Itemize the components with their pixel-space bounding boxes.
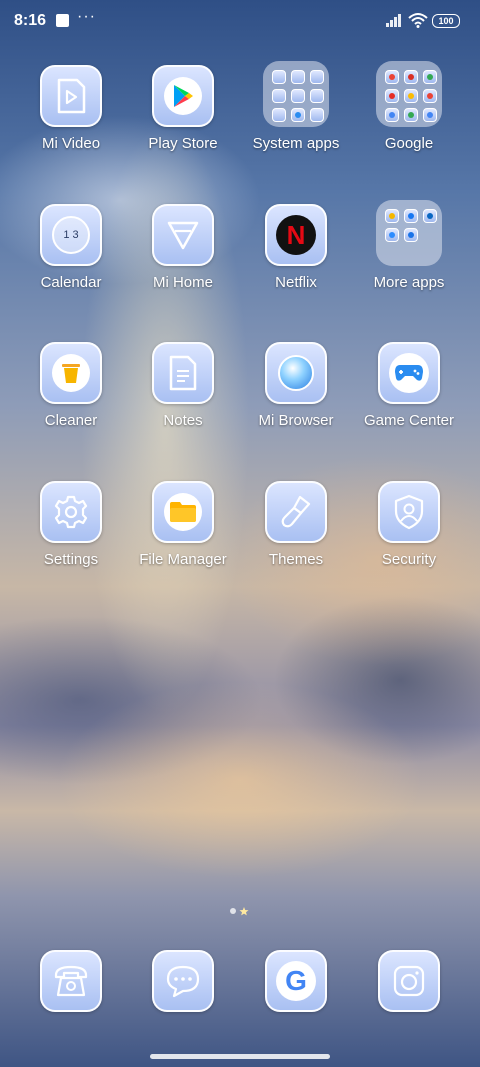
app-label: Netflix [275, 274, 317, 291]
folder-mini-app-icon [310, 108, 324, 122]
file-manager-icon [152, 481, 214, 543]
notes-icon [152, 342, 214, 404]
app-label: System apps [252, 135, 340, 152]
google-folder-icon [376, 61, 442, 127]
folder-mini-app-icon [310, 70, 324, 84]
folder-mini-app-icon [291, 89, 305, 103]
app-notes[interactable]: Notes [128, 342, 238, 429]
app-label: Mi Browser [258, 412, 334, 429]
folder-mini-app-icon [310, 89, 324, 103]
security-shield-icon [378, 481, 440, 543]
app-label: Cleaner [44, 412, 98, 429]
folder-mini-app-icon [385, 209, 399, 223]
wifi-icon [408, 13, 428, 28]
folder-system-apps[interactable]: System apps [241, 61, 351, 152]
app-netflix[interactable]: N Netflix [241, 204, 351, 291]
folder-mini-app-icon [404, 89, 418, 103]
page-indicator [230, 907, 249, 916]
mi-video-icon [40, 65, 102, 127]
folder-more-apps[interactable]: More apps [354, 200, 464, 291]
folder-google[interactable]: Google [354, 61, 464, 152]
app-play-store[interactable]: Play Store [128, 65, 238, 152]
folder-mini-app-icon [291, 108, 305, 122]
folder-mini-app-icon [385, 70, 399, 84]
folder-mini-app-icon [272, 108, 286, 122]
battery-icon: 100 [432, 14, 460, 28]
mi-home-icon [152, 204, 214, 266]
folder-mini-app-icon [423, 108, 437, 122]
app-label: Mi Home [152, 274, 213, 291]
app-themes[interactable]: Themes [241, 481, 351, 568]
calendar-date: 1 3 [52, 216, 90, 254]
messages-icon [152, 950, 214, 1012]
game-center-icon [378, 342, 440, 404]
chrome-google-icon: G [265, 950, 327, 1012]
app-settings[interactable]: Settings [16, 481, 126, 568]
app-label: Play Store [148, 135, 218, 152]
folder-mini-app-icon [404, 228, 418, 242]
app-label: Game Center [363, 412, 455, 429]
app-game-center[interactable]: Game Center [354, 342, 464, 429]
app-label: Themes [268, 551, 324, 568]
app-label: Calendar [40, 274, 102, 291]
netflix-icon: N [265, 204, 327, 266]
cleaner-icon [40, 342, 102, 404]
home-indicator[interactable] [150, 1054, 330, 1059]
notification-icon [56, 14, 69, 27]
more-notifications-icon: ··· [77, 8, 96, 25]
calendar-icon: 1 3 [40, 204, 102, 266]
app-file-manager[interactable]: File Manager [128, 481, 238, 568]
folder-mini-app-icon [404, 209, 418, 223]
dock-messages[interactable] [128, 950, 238, 1012]
settings-gear-icon [40, 481, 102, 543]
folder-mini-app-icon [385, 89, 399, 103]
app-mi-home[interactable]: Mi Home [128, 204, 238, 291]
folder-mini-app-icon [272, 89, 286, 103]
app-label: More apps [373, 274, 445, 291]
folder-mini-app-icon [291, 70, 305, 84]
app-mi-browser[interactable]: Mi Browser [241, 342, 351, 429]
app-label: File Manager [139, 551, 227, 568]
phone-icon [40, 950, 102, 1012]
dock-google[interactable]: G [241, 950, 351, 1012]
app-security[interactable]: Security [354, 481, 464, 568]
system-apps-folder-icon [263, 61, 329, 127]
signal-icon [386, 14, 404, 27]
app-label: Settings [43, 551, 99, 568]
status-time: 8:16 [14, 12, 47, 29]
app-label: Google [384, 135, 434, 152]
app-cleaner[interactable]: Cleaner [16, 342, 126, 429]
themes-brush-icon [265, 481, 327, 543]
more-apps-folder-icon [376, 200, 442, 266]
folder-mini-app-icon [423, 209, 437, 223]
dock-phone[interactable] [16, 950, 126, 1012]
folder-mini-app-icon [272, 70, 286, 84]
play-store-icon [152, 65, 214, 127]
app-label: Mi Video [41, 135, 101, 152]
folder-mini-app-icon [404, 108, 418, 122]
app-mi-video[interactable]: Mi Video [16, 65, 126, 152]
mi-browser-icon [265, 342, 327, 404]
camera-icon [378, 950, 440, 1012]
folder-mini-app-icon [385, 228, 399, 242]
dock-camera[interactable] [354, 950, 464, 1012]
app-label: Security [381, 551, 437, 568]
folder-mini-app-icon [423, 70, 437, 84]
status-bar: 8:16 ··· 100 [0, 0, 480, 42]
folder-mini-app-icon [423, 89, 437, 103]
folder-mini-app-icon [404, 70, 418, 84]
app-calendar[interactable]: 1 3 Calendar [16, 204, 126, 291]
app-label: Notes [163, 412, 203, 429]
folder-mini-app-icon [385, 108, 399, 122]
